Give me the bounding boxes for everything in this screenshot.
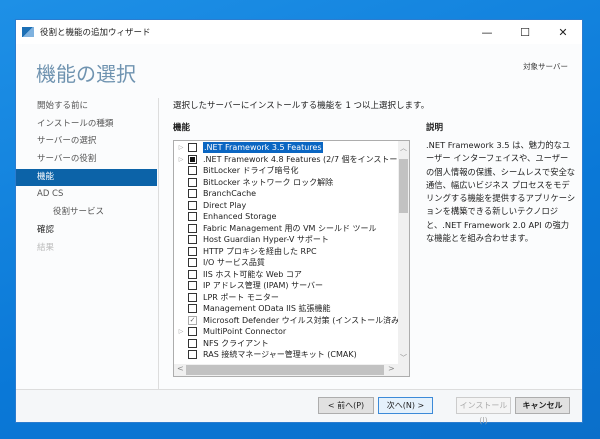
feature-label: BranchCache [203, 189, 257, 199]
feature-checkbox[interactable] [188, 235, 197, 245]
next-button[interactable]: 次へ(N) > [378, 397, 433, 414]
feature-item[interactable]: I/O サービス品質 [174, 257, 265, 269]
nav-item[interactable]: 確認 [16, 222, 157, 240]
app-icon [22, 27, 34, 37]
feature-item[interactable]: NFS クライアント [174, 338, 269, 350]
feature-checkbox[interactable] [188, 269, 197, 279]
feature-item[interactable]: IIS ホスト可能な Web コア [174, 269, 302, 281]
scroll-thumb[interactable] [186, 365, 384, 375]
page-title: 機能の選択 [36, 62, 136, 86]
nav-item[interactable]: サーバーの役割 [16, 151, 157, 169]
scroll-left-icon[interactable]: < [177, 364, 184, 373]
features-label: 機能 [173, 123, 191, 133]
nav-item[interactable]: サーバーの選択 [16, 133, 157, 151]
feature-label: IP アドレス管理 (IPAM) サーバー [203, 281, 324, 291]
feature-label: I/O サービス品質 [203, 258, 265, 268]
expand-icon[interactable]: ▷ [174, 142, 188, 153]
feature-checkbox[interactable] [188, 166, 197, 176]
feature-label: NFS クライアント [203, 338, 269, 348]
maximize-button[interactable]: ☐ [506, 26, 544, 39]
feature-checkbox[interactable] [188, 338, 197, 348]
feature-checkbox[interactable] [188, 154, 197, 164]
feature-label: Fabric Management 用の VM シールド ツール [203, 223, 377, 233]
feature-checkbox[interactable] [188, 143, 197, 153]
feature-checkbox[interactable] [188, 350, 197, 360]
feature-item[interactable]: ▷ .NET Framework 3.5 Features [174, 142, 323, 154]
feature-label: Host Guardian Hyper-V サポート [203, 235, 329, 245]
features-tree[interactable]: RAS 接続マネージャー管理キット (CMAK) NFS クライアント ▷ Multi… [173, 140, 410, 377]
nav-item[interactable]: AD CS [16, 186, 157, 204]
feature-checkbox[interactable] [188, 177, 197, 187]
expand-icon[interactable]: ▷ [174, 154, 188, 165]
feature-item[interactable]: LPR ポート モニター [174, 292, 279, 304]
horizontal-scrollbar[interactable]: < > [174, 364, 409, 376]
feature-label: LPR ポート モニター [203, 292, 279, 302]
feature-checkbox[interactable]: ✓ [188, 315, 197, 325]
scroll-right-icon[interactable]: > [388, 364, 395, 373]
feature-label: Direct Play [203, 200, 247, 210]
feature-label: .NET Framework 3.5 Features [203, 142, 323, 154]
feature-checkbox[interactable] [188, 304, 197, 314]
feature-checkbox[interactable] [188, 292, 197, 302]
feature-item[interactable]: ▷ MultiPoint Connector [174, 326, 286, 338]
feature-checkbox[interactable] [188, 327, 197, 337]
intro-text: 選択したサーバーにインストールする機能を 1 つ以上選択します。 [173, 101, 430, 111]
nav-item: 結果 [37, 242, 55, 253]
vertical-scrollbar[interactable]: ︿ ﹀ [398, 141, 409, 365]
nav-item[interactable]: 機能 [16, 168, 157, 187]
scroll-up-icon[interactable]: ︿ [398, 143, 409, 153]
feature-label: Enhanced Storage [203, 212, 277, 222]
scroll-down-icon[interactable]: ﹀ [398, 353, 409, 363]
feature-item[interactable]: BitLocker ドライブ暗号化 [174, 165, 299, 177]
prev-button[interactable]: < 前へ(P) [318, 397, 374, 414]
install-button[interactable]: インストール(I) [456, 397, 511, 425]
feature-checkbox[interactable] [188, 223, 197, 233]
feature-label: HTTP プロキシを経由した RPC [203, 246, 317, 256]
feature-item[interactable]: Host Guardian Hyper-V サポート [174, 234, 329, 246]
feature-checkbox[interactable] [188, 281, 197, 291]
feature-label: Microsoft Defender ウイルス対策 (インストール済み) [203, 315, 403, 325]
feature-item[interactable]: ▷ .NET Framework 4.8 Features (2/7 個をインスト… [174, 154, 410, 166]
feature-label: .NET Framework 4.8 Features (2/7 個をインストー… [203, 154, 410, 164]
expand-icon[interactable]: ▷ [174, 326, 188, 337]
feature-label: IIS ホスト可能な Web コア [203, 269, 302, 279]
footer: < 前へ(P) 次へ(N) > インストール(I) キャンセル [16, 389, 582, 425]
wizard-window: 役割と機能の追加ウィザード — ☐ ✕ 機能の選択 対象サーバー 開始する前にイ… [15, 19, 583, 425]
feature-checkbox[interactable] [188, 200, 197, 210]
cancel-button[interactable]: キャンセル [515, 397, 570, 414]
feature-item[interactable]: RAS 接続マネージャー管理キット (CMAK) [174, 349, 357, 361]
feature-checkbox[interactable] [188, 246, 197, 256]
feature-item[interactable]: Enhanced Storage [174, 211, 276, 223]
feature-item[interactable]: BranchCache [174, 188, 256, 200]
feature-item[interactable]: Direct Play [174, 200, 246, 212]
window-title: 役割と機能の追加ウィザード [40, 28, 151, 38]
feature-item[interactable]: Fabric Management 用の VM シールド ツール [174, 223, 377, 235]
close-button[interactable]: ✕ [544, 26, 582, 39]
nav-item[interactable]: 役割サービス [16, 204, 157, 222]
feature-item[interactable]: IP アドレス管理 (IPAM) サーバー [174, 280, 323, 292]
divider [158, 98, 159, 403]
nav-item[interactable]: 開始する前に [16, 98, 157, 116]
feature-item[interactable]: ✓ Microsoft Defender ウイルス対策 (インストール済み) [174, 315, 402, 327]
feature-checkbox[interactable] [188, 258, 197, 268]
description-text: .NET Framework 3.5 は、魅力的なユーザー インターフェイスや、… [426, 140, 576, 244]
feature-checkbox[interactable] [188, 212, 197, 222]
feature-label: RAS 接続マネージャー管理キット (CMAK) [203, 350, 357, 360]
title-bar[interactable]: 役割と機能の追加ウィザード — ☐ ✕ [16, 20, 582, 44]
feature-label: BitLocker ネットワーク ロック解除 [203, 177, 334, 187]
feature-checkbox[interactable] [188, 189, 197, 199]
feature-label: Management OData IIS 拡張機能 [203, 304, 331, 314]
scroll-thumb[interactable] [399, 159, 408, 213]
target-server-label: 対象サーバー [523, 62, 568, 71]
feature-item[interactable]: BitLocker ネットワーク ロック解除 [174, 177, 333, 189]
feature-label: BitLocker ドライブ暗号化 [203, 166, 299, 176]
feature-item[interactable]: HTTP プロキシを経由した RPC [174, 246, 317, 258]
description-label: 説明 [426, 123, 444, 133]
feature-label: MultiPoint Connector [203, 327, 287, 337]
minimize-button[interactable]: — [468, 26, 506, 39]
wizard-nav: 開始する前に インストールの種類 サーバーの選択 サーバーの役割 機能 AD CS 役割サー… [16, 98, 157, 257]
feature-item[interactable]: Management OData IIS 拡張機能 [174, 303, 331, 315]
nav-item[interactable]: インストールの種類 [16, 116, 157, 134]
